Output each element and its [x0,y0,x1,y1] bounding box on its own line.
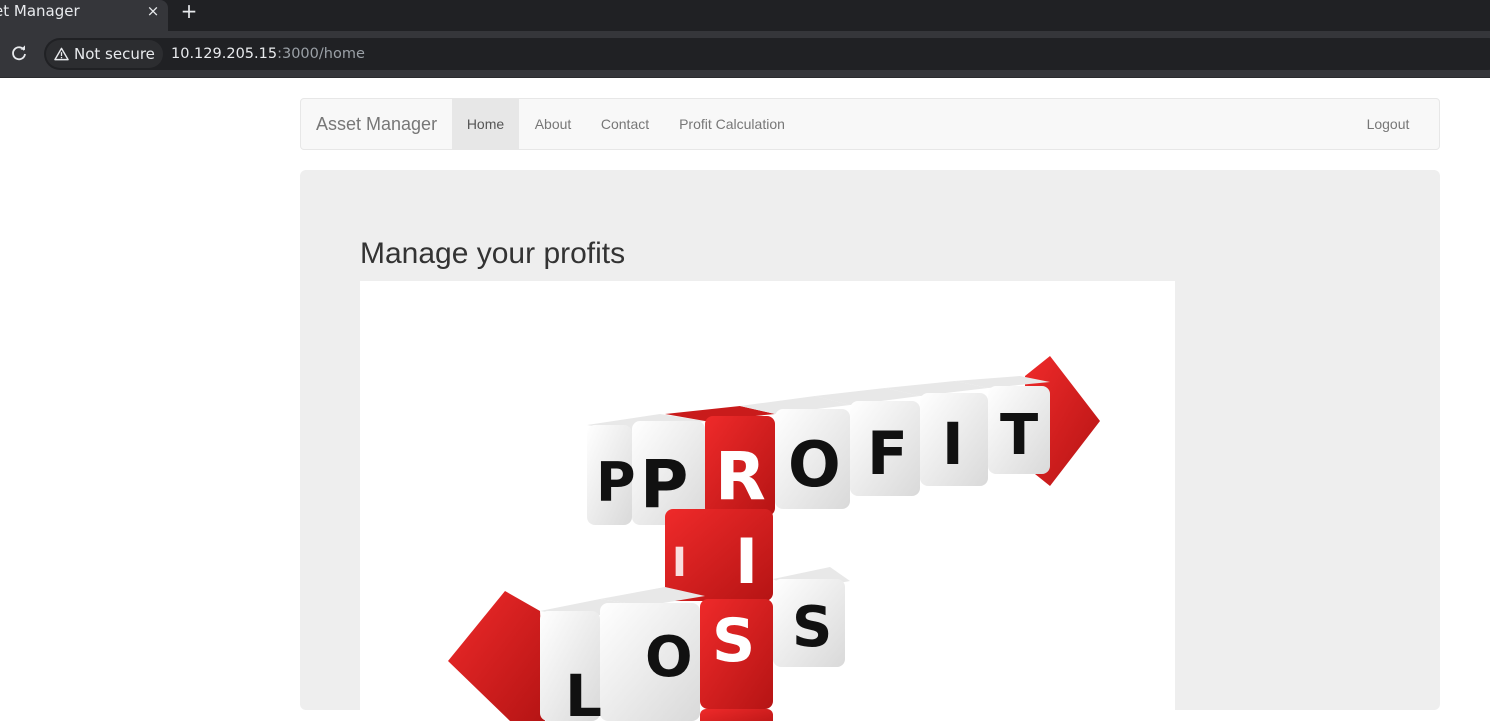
letter-r: R [715,438,766,515]
letter-p1: P [596,451,636,514]
letter-t: T [1000,403,1038,468]
letter-s: S [712,606,755,676]
profit-loss-illustration: P P R O F I T I I L O S S [448,356,1100,721]
address-bar[interactable]: Not secure 10.129.205.15:3000/home [44,38,1490,70]
tab-title: et Manager [0,2,80,20]
jumbotron: Manage your profits P P R O F I T I I L … [300,170,1440,721]
warning-icon [54,47,69,61]
svg-text:I: I [672,540,687,586]
close-icon[interactable]: × [146,2,160,20]
reload-icon[interactable] [10,45,28,63]
letter-i-column: I [735,525,758,598]
navbar: Asset Manager Home About Contact Profit … [300,98,1440,150]
letter-o: O [788,428,841,501]
plus-icon[interactable]: + [180,1,198,21]
letter-f: F [867,419,908,489]
nav-item-home[interactable]: Home [452,99,519,149]
brand-link[interactable]: Asset Manager [316,99,437,149]
page-content: Asset Manager Home About Contact Profit … [0,78,1490,721]
browser-tabstrip: et Manager × + [0,0,1490,31]
logout-link[interactable]: Logout [1351,99,1425,149]
nav-item-contact[interactable]: Contact [586,99,664,149]
url-text[interactable]: 10.129.205.15:3000/home [171,45,365,63]
browser-tab[interactable]: et Manager × [0,0,168,31]
arrow-left-shape [448,591,545,721]
letter-s2: S [792,595,832,660]
letter-o2: O [645,625,693,690]
security-chip[interactable]: Not secure [46,40,163,68]
browser-toolbar: Not secure 10.129.205.15:3000/home [0,31,1490,78]
letter-l: L [565,662,602,721]
profit-loss-image: P P R O F I T I I L O S S [360,281,1175,721]
page-title: Manage your profits [360,237,626,270]
nav-item-profit-calculation[interactable]: Profit Calculation [664,99,800,149]
nav-item-about[interactable]: About [520,99,586,149]
url-path: :3000/home [277,46,365,62]
url-host: 10.129.205.15 [171,46,278,62]
letter-i: I [942,410,964,478]
security-label: Not secure [74,45,155,63]
